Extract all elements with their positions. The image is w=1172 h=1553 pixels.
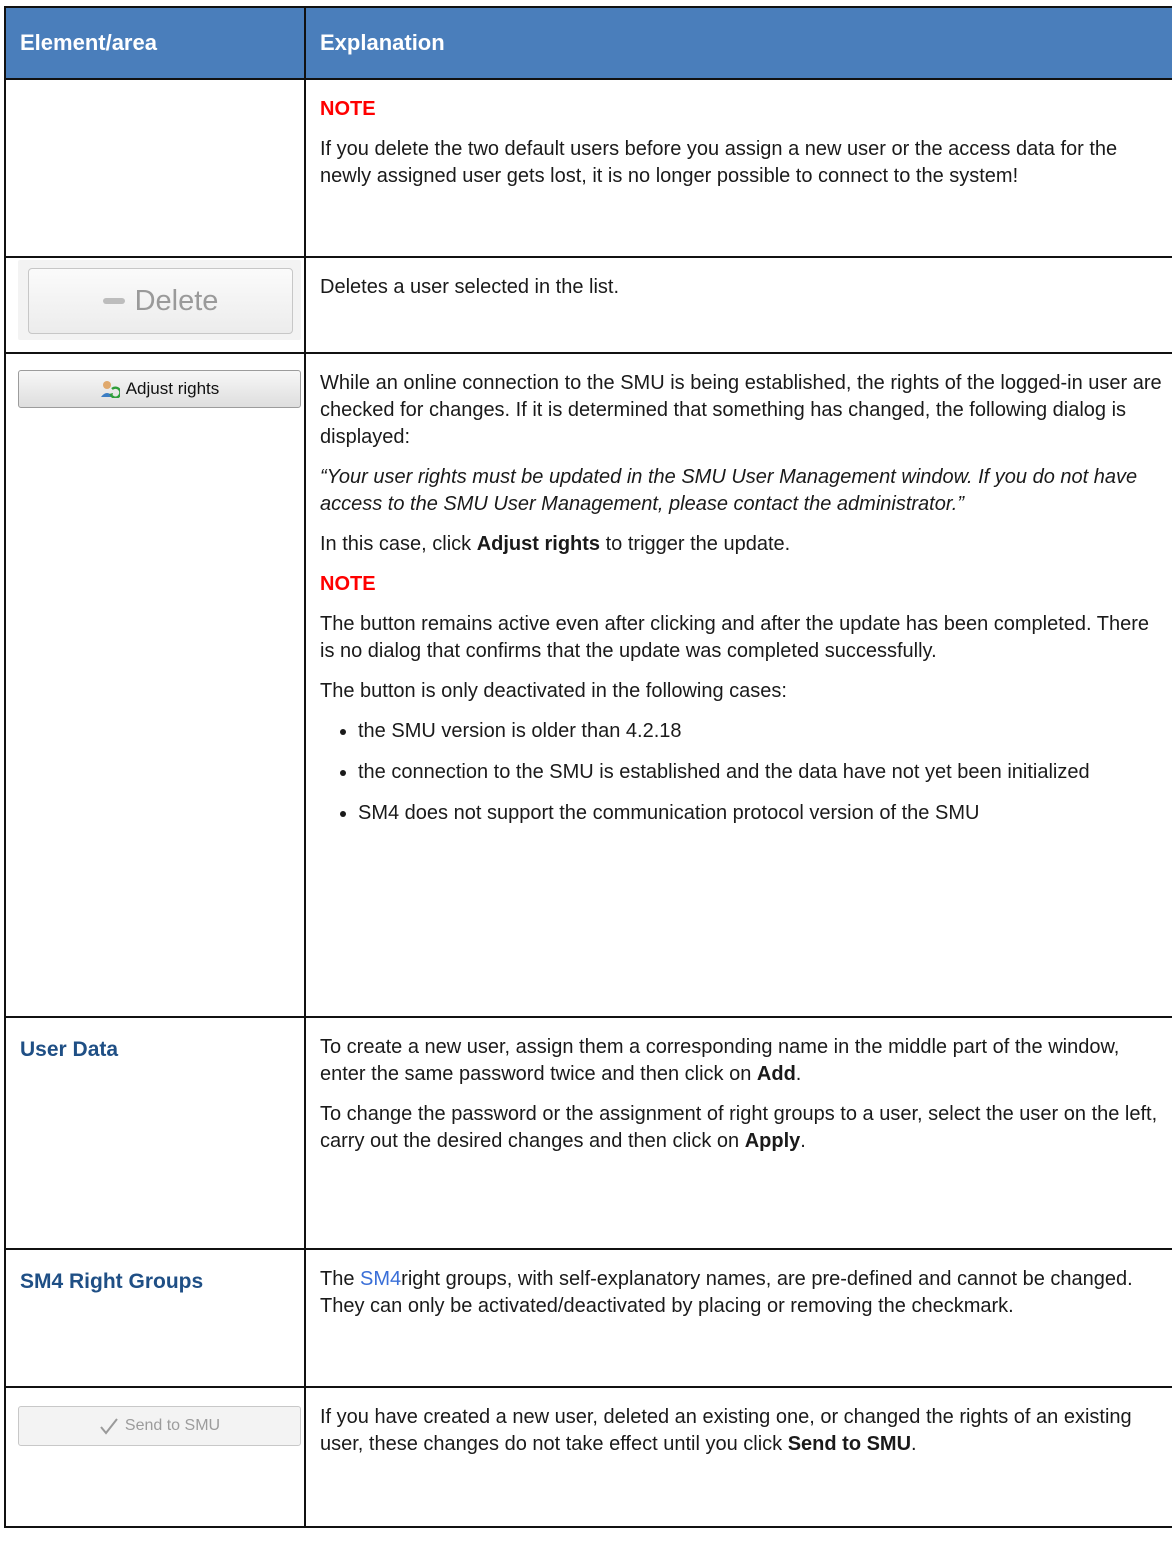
- adjust-p3-bold: Adjust rights: [476, 533, 601, 555]
- send-to-smu-button-label: Send to SMU: [124, 1417, 221, 1434]
- row-element-cell: Adjust rights: [4, 352, 306, 1018]
- right-groups-pre: The: [320, 1268, 361, 1290]
- row-explanation-cell: If you have created a new user, deleted …: [304, 1386, 1172, 1528]
- row-element-cell: Send to SMU: [4, 1386, 306, 1528]
- user-data-p1-bold: Add: [756, 1063, 796, 1085]
- adjust-p3-pre: In this case, click: [320, 533, 477, 555]
- user-data-label: User Data: [20, 1038, 119, 1061]
- table-row: Send to SMU If you have created a new us…: [4, 1386, 1172, 1528]
- send-paragraph: If you have created a new user, deleted …: [320, 1404, 1162, 1458]
- delete-description: Deletes a user selected in the list.: [320, 276, 620, 298]
- row-explanation-cell: Deletes a user selected in the list.: [304, 256, 1172, 354]
- list-item: SM4 does not support the communication p…: [358, 800, 1162, 827]
- explanation-table: Element/area Explanation NOTE If you del…: [4, 6, 1172, 1528]
- user-data-p2-bold: Apply: [744, 1130, 801, 1152]
- adjust-paragraph-4: The button remains active even after cli…: [320, 613, 1150, 662]
- sm4-link[interactable]: SM4: [360, 1268, 401, 1290]
- deactivation-cases-list: the SMU version is older than 4.2.18 the…: [320, 718, 1162, 827]
- user-data-paragraph-1: To create a new user, assign them a corr…: [320, 1034, 1162, 1088]
- table-row: User Data To create a new user, assign t…: [4, 1016, 1172, 1250]
- adjust-paragraph-3: In this case, click Adjust rights to tri…: [320, 531, 1162, 558]
- user-data-p2-post: .: [800, 1130, 806, 1152]
- user-data-p1-pre: To create a new user, assign them a corr…: [320, 1036, 1120, 1085]
- table-row: SM4 Right Groups The SM4right groups, wi…: [4, 1248, 1172, 1388]
- adjust-rights-button-label: Adjust rights: [125, 379, 220, 398]
- table-row: NOTE If you delete the two default users…: [4, 78, 1172, 258]
- table-row: Delete Deletes a user selected in the li…: [4, 256, 1172, 354]
- right-groups-post: right groups, with self-explanatory name…: [320, 1268, 1133, 1317]
- user-data-p2-pre: To change the password or the assignment…: [320, 1103, 1158, 1152]
- send-post: .: [911, 1433, 917, 1455]
- adjust-rights-button[interactable]: Adjust rights: [18, 370, 301, 408]
- row-explanation-cell: The SM4right groups, with self-explanato…: [304, 1248, 1172, 1388]
- delete-button[interactable]: Delete: [18, 260, 301, 340]
- adjust-paragraph-1: While an online connection to the SMU is…: [320, 372, 1162, 448]
- send-to-smu-button[interactable]: Send to SMU: [18, 1406, 301, 1446]
- note-text: If you delete the two default users befo…: [320, 138, 1118, 187]
- minus-icon: [102, 298, 125, 304]
- users-refresh-icon: [100, 381, 120, 398]
- right-groups-paragraph: The SM4right groups, with self-explanato…: [320, 1266, 1162, 1320]
- note-label: NOTE: [320, 98, 376, 120]
- user-data-paragraph-2: To change the password or the assignment…: [320, 1101, 1162, 1155]
- adjust-p3-post: to trigger the update.: [600, 533, 791, 555]
- header-explanation: Explanation: [304, 6, 1172, 80]
- list-item: the SMU version is older than 4.2.18: [358, 718, 1162, 745]
- send-bold: Send to SMU: [787, 1433, 912, 1455]
- row-explanation-cell: NOTE If you delete the two default users…: [304, 78, 1172, 258]
- header-element-area: Element/area: [4, 6, 306, 80]
- row-explanation-cell: While an online connection to the SMU is…: [304, 352, 1172, 1018]
- row-element-cell: User Data: [4, 1016, 306, 1250]
- adjust-quote: “Your user rights must be updated in the…: [320, 466, 1138, 515]
- row-element-cell: SM4 Right Groups: [4, 1248, 306, 1388]
- list-item: the connection to the SMU is established…: [358, 759, 1162, 786]
- table-header-row: Element/area Explanation: [4, 6, 1172, 80]
- delete-button-label: Delete: [134, 284, 219, 317]
- table-row: Adjust rights While an online connection…: [4, 352, 1172, 1018]
- row-element-cell: [4, 78, 306, 258]
- row-element-cell: Delete: [4, 256, 306, 354]
- send-pre: If you have created a new user, deleted …: [320, 1406, 1132, 1455]
- adjust-paragraph-5: The button is only deactivated in the fo…: [320, 680, 787, 702]
- row-explanation-cell: To create a new user, assign them a corr…: [304, 1016, 1172, 1250]
- user-data-p1-post: .: [795, 1063, 802, 1085]
- note-label: NOTE: [320, 573, 376, 595]
- checkmark-icon: [100, 1418, 118, 1435]
- sm4-right-groups-label: SM4 Right Groups: [20, 1270, 204, 1293]
